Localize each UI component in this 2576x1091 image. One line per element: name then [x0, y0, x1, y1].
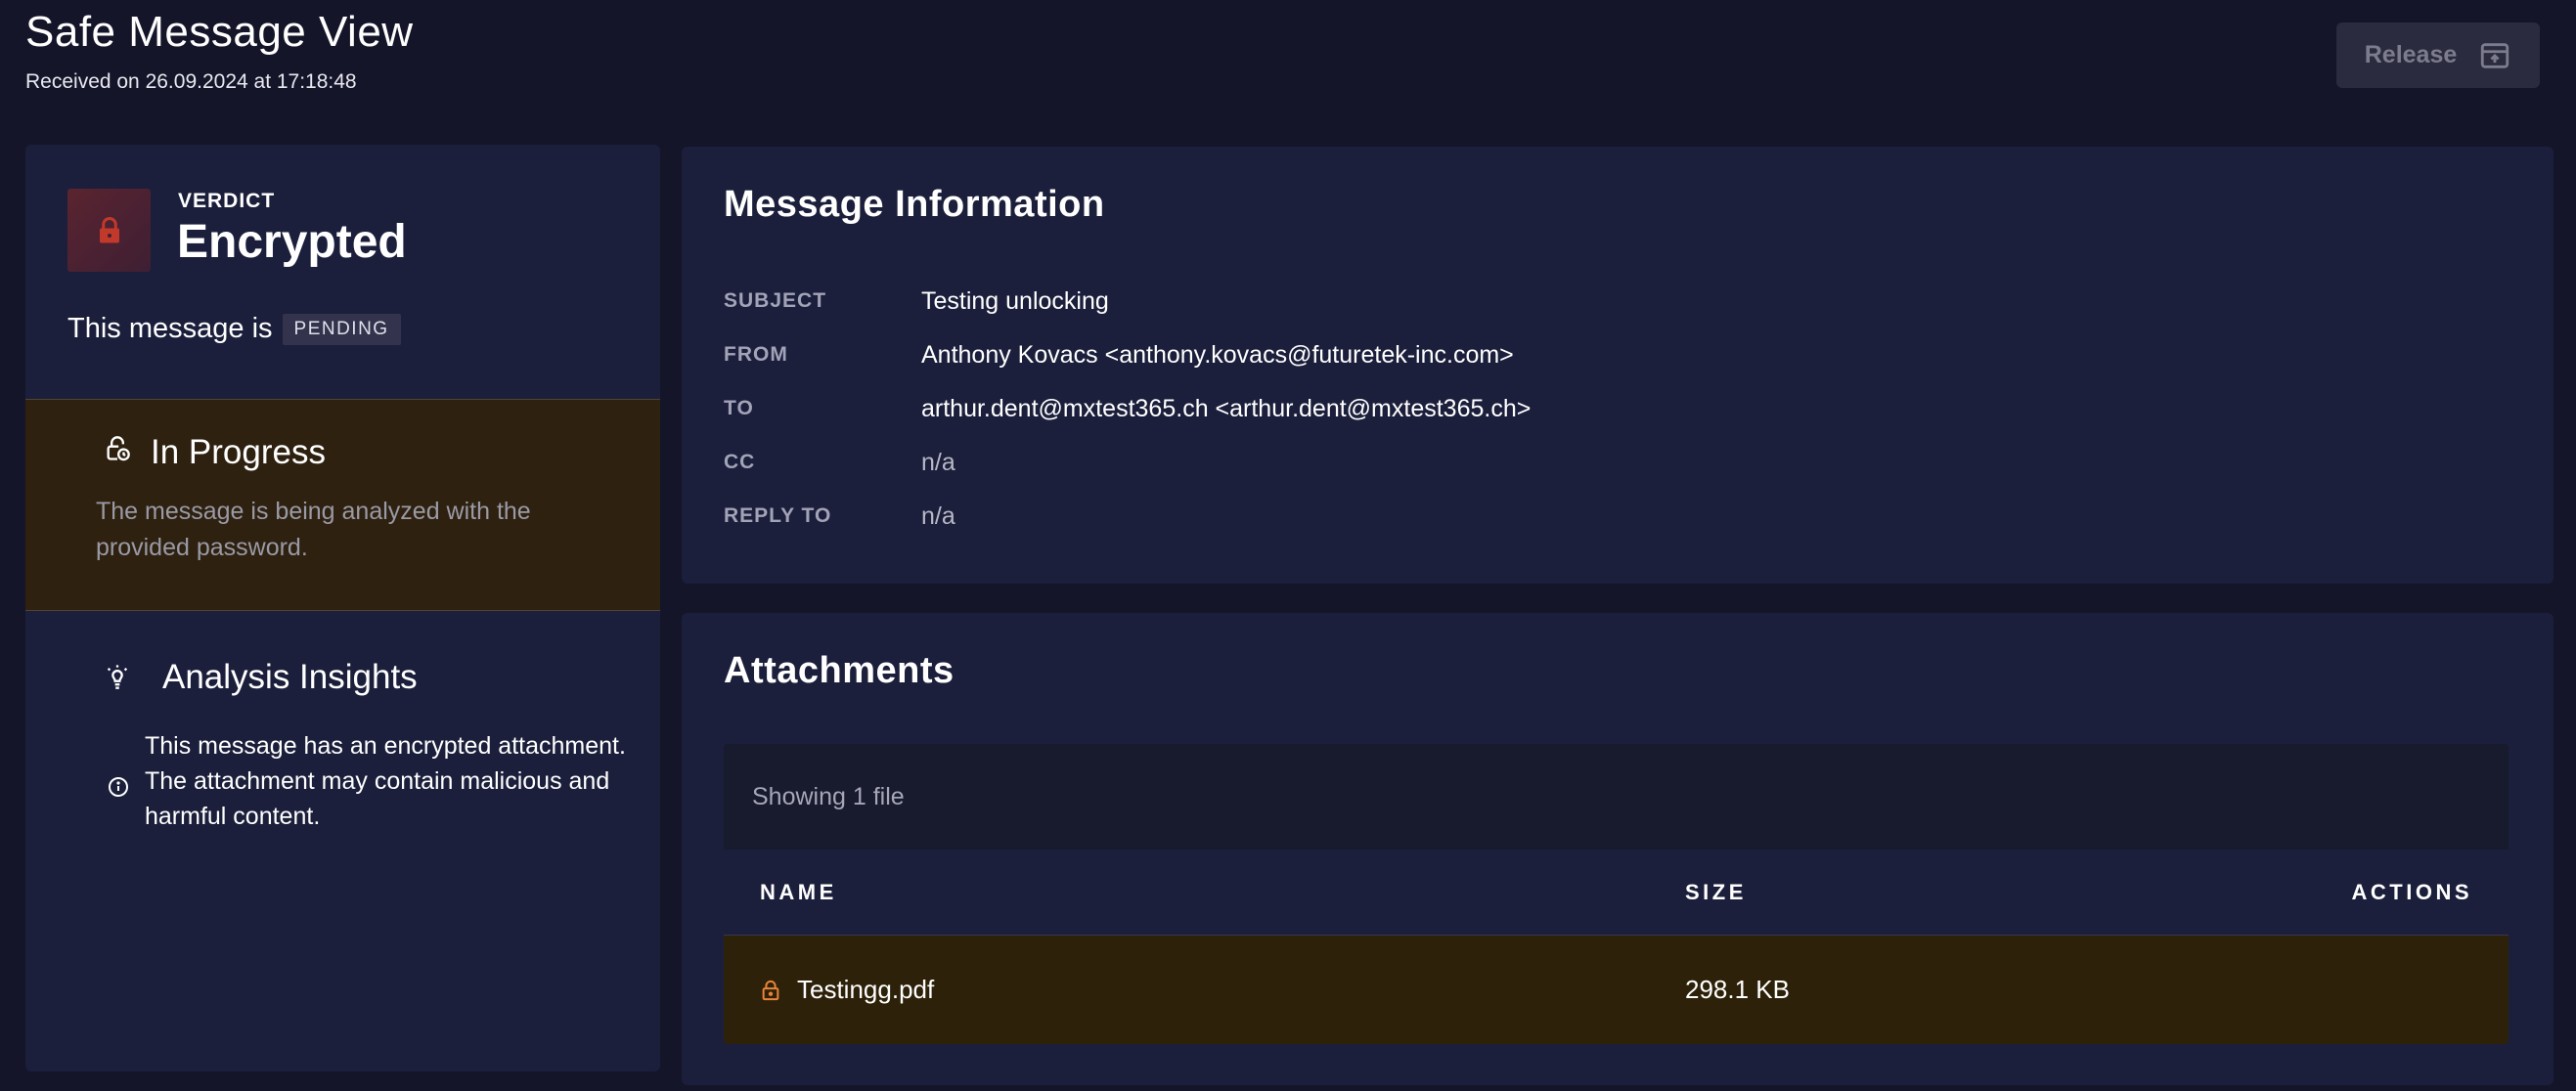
info-value: arthur.dent@mxtest365.ch <arthur.dent@mx… [921, 394, 1532, 422]
message-status: This message is PENDING [67, 313, 401, 345]
verdict-value: Encrypted [177, 216, 407, 268]
column-header-actions: ACTIONS [2351, 880, 2472, 904]
insight-item: This message has an encrypted attachment… [145, 732, 626, 830]
insights-title: Analysis Insights [162, 658, 418, 696]
info-value: n/a [921, 448, 955, 476]
page-title: Safe Message View [25, 8, 414, 56]
archive-upload-icon [2481, 42, 2509, 68]
info-row-cc: CC n/a [724, 443, 955, 482]
insights-section: Analysis Insights This message has an en… [25, 611, 660, 1071]
file-size: 298.1 KB [1685, 975, 1790, 1004]
info-value: Anthony Kovacs <anthony.kovacs@futuretek… [921, 340, 1514, 369]
info-row-reply-to: REPLY TO n/a [724, 497, 955, 536]
info-value: Testing unlocking [921, 286, 1109, 315]
message-information-panel: Message Information SUBJECT Testing unlo… [682, 147, 2554, 584]
table-header: NAME SIZE ACTIONS [724, 850, 2509, 936]
info-icon [109, 777, 128, 797]
attachments-table: Showing 1 file NAME SIZE ACTIONS Testing… [724, 744, 2509, 1044]
release-button[interactable]: Release [2336, 22, 2540, 88]
info-label: TO [724, 397, 754, 419]
verdict-section: VERDICT Encrypted This message is PENDIN… [25, 145, 660, 399]
attachments-title: Attachments [724, 650, 955, 691]
progress-description: The message is being analyzed with the p… [96, 498, 531, 561]
progress-section: In Progress The message is being analyze… [25, 399, 660, 611]
verdict-badge [67, 189, 151, 272]
column-header-name[interactable]: NAME [760, 850, 837, 936]
info-label: REPLY TO [724, 504, 832, 527]
status-badge: PENDING [282, 313, 401, 345]
message-information-title: Message Information [724, 184, 1105, 225]
attachments-count: Showing 1 file [724, 744, 2509, 850]
verdict-label: VERDICT [178, 190, 276, 212]
received-timestamp: Received on 26.09.2024 at 17:18:48 [25, 70, 357, 93]
info-row-subject: SUBJECT Testing unlocking [724, 282, 1109, 321]
lock-clock-icon [107, 436, 130, 461]
lightbulb-icon [107, 665, 128, 689]
file-name-cell[interactable]: Testingg.pdf [760, 936, 934, 1044]
attachments-panel: Attachments Showing 1 file NAME SIZE ACT… [682, 613, 2554, 1085]
status-prefix: This message is [67, 313, 273, 344]
info-label: SUBJECT [724, 289, 827, 312]
safe-message-view-page: Safe Message View Received on 26.09.2024… [0, 0, 2576, 1091]
verdict-panel: VERDICT Encrypted This message is PENDIN… [25, 145, 660, 1071]
table-row[interactable]: Testingg.pdf 298.1 KB [724, 936, 2509, 1044]
release-button-label: Release [2364, 41, 2458, 68]
lock-icon [99, 216, 119, 242]
column-header-size[interactable]: SIZE [1685, 850, 1747, 936]
info-label: FROM [724, 343, 788, 366]
info-value: n/a [921, 502, 955, 530]
file-name: Testingg.pdf [797, 975, 935, 1004]
info-row-from: FROM Anthony Kovacs <anthony.kovacs@futu… [724, 335, 1514, 374]
info-row-to: TO arthur.dent@mxtest365.ch <arthur.dent… [724, 389, 1531, 428]
lock-icon [762, 980, 779, 1000]
progress-title: In Progress [151, 433, 326, 471]
info-label: CC [724, 451, 756, 473]
